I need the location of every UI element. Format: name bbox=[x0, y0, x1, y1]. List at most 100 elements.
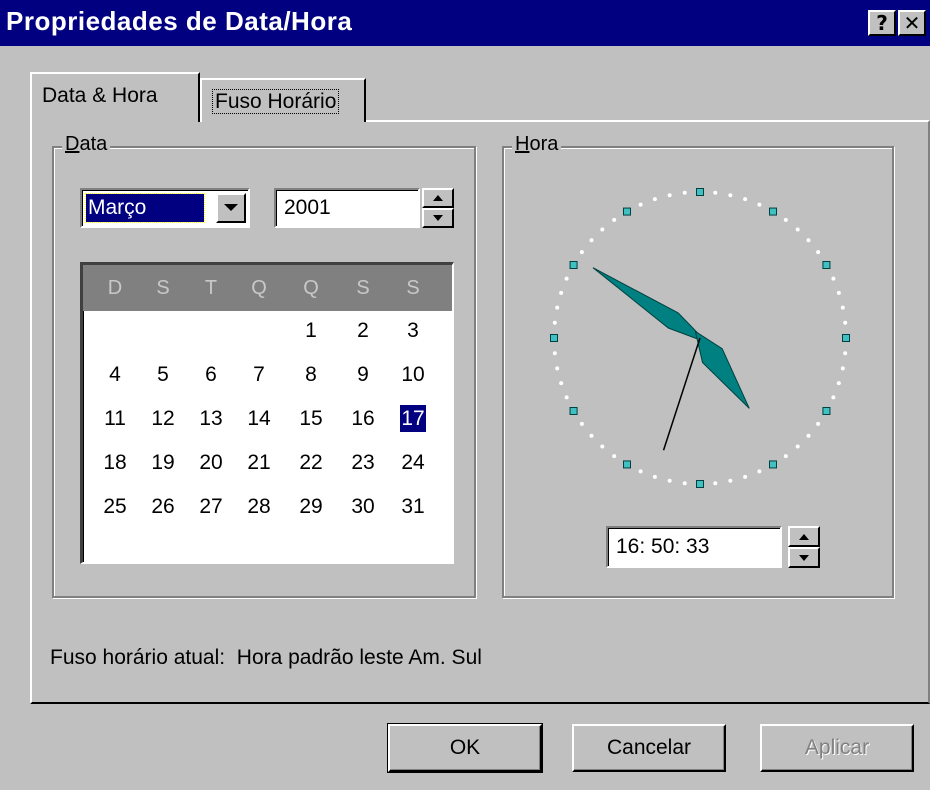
clock-minute-dot bbox=[816, 421, 821, 426]
date-group-label: Data bbox=[62, 133, 111, 156]
calendar-day[interactable]: 19 bbox=[139, 447, 187, 479]
arrow-up-icon bbox=[433, 195, 443, 201]
tab-data-hora-label: Data & Hora bbox=[42, 84, 158, 107]
time-down-button[interactable] bbox=[788, 547, 820, 568]
weekday-header: Q bbox=[251, 277, 267, 299]
ok-button[interactable]: OK bbox=[387, 723, 543, 773]
time-up-button[interactable] bbox=[788, 526, 820, 547]
clock-minute-dot bbox=[612, 454, 617, 459]
calendar-day[interactable]: 22 bbox=[287, 447, 335, 479]
clock-minute-dot bbox=[555, 366, 560, 371]
clock-hour-marker bbox=[569, 407, 578, 415]
apply-label: Aplicar bbox=[804, 736, 870, 759]
clock-minute-dot bbox=[728, 193, 733, 198]
clock-minute-dot bbox=[840, 305, 845, 310]
weekday-header: D bbox=[107, 277, 123, 299]
weekday-header: Q bbox=[303, 277, 319, 299]
hour-hand bbox=[694, 330, 750, 409]
calendar-day[interactable]: 24 bbox=[389, 447, 437, 479]
close-button[interactable]: ✕ bbox=[898, 10, 926, 36]
clock-hour-marker bbox=[550, 334, 558, 342]
calendar-day[interactable]: 25 bbox=[91, 491, 139, 523]
calendar-day[interactable]: 1 bbox=[287, 315, 335, 347]
clock-minute-dot bbox=[831, 395, 836, 400]
cancel-button[interactable]: Cancelar bbox=[572, 724, 726, 772]
calendar-day[interactable]: 12 bbox=[139, 403, 187, 435]
time-value: 16: 50: 33 bbox=[616, 535, 710, 558]
calendar-day[interactable]: 7 bbox=[235, 359, 283, 391]
calendar-day[interactable]: 14 bbox=[235, 403, 283, 435]
second-hand bbox=[662, 337, 701, 451]
calendar-day[interactable]: 18 bbox=[91, 447, 139, 479]
calendar-day[interactable]: 31 bbox=[389, 491, 437, 523]
timezone-label: Fuso horário atual: bbox=[50, 646, 226, 669]
calendar-day[interactable]: 6 bbox=[187, 359, 235, 391]
calendar-day[interactable]: 8 bbox=[287, 359, 335, 391]
clock-minute-dot bbox=[728, 478, 733, 483]
calendar-day[interactable]: 3 bbox=[389, 315, 437, 347]
clock-minute-dot bbox=[795, 227, 800, 232]
clock-minute-dot bbox=[600, 444, 605, 449]
clock-minute-dot bbox=[612, 217, 617, 222]
calendar-day[interactable]: 13 bbox=[187, 403, 235, 435]
calendar-day[interactable]: 23 bbox=[339, 447, 387, 479]
clock-hour-marker bbox=[842, 334, 850, 342]
clock-minute-dot bbox=[579, 421, 584, 426]
calendar-day[interactable]: 4 bbox=[91, 359, 139, 391]
tab-data-hora[interactable]: Data & Hora bbox=[30, 72, 200, 122]
year-down-button[interactable] bbox=[422, 208, 454, 228]
month-dropdown[interactable]: Março bbox=[80, 188, 250, 228]
clock-minute-dot bbox=[795, 444, 800, 449]
clock-hour-marker bbox=[822, 407, 831, 415]
clock-minute-dot bbox=[713, 481, 718, 486]
month-dropdown-button[interactable] bbox=[216, 193, 246, 223]
clock-minute-dot bbox=[836, 381, 841, 386]
clock-hour-marker bbox=[623, 207, 631, 216]
help-icon: ? bbox=[876, 11, 888, 35]
clock-hour-marker bbox=[822, 261, 831, 269]
close-icon: ✕ bbox=[903, 11, 921, 35]
calendar-day[interactable]: 17 bbox=[389, 403, 437, 435]
calendar-day[interactable]: 30 bbox=[339, 491, 387, 523]
time-field[interactable]: 16: 50: 33 bbox=[606, 526, 782, 568]
clock-minute-dot bbox=[840, 366, 845, 371]
clock-minute-dot bbox=[564, 395, 569, 400]
clock-minute-dot bbox=[743, 474, 748, 479]
calendar-day[interactable]: 16 bbox=[339, 403, 387, 435]
weekday-header: T bbox=[204, 277, 218, 299]
calendar-day[interactable]: 15 bbox=[287, 403, 335, 435]
clock-minute-dot bbox=[589, 238, 594, 243]
analog-clock bbox=[550, 188, 850, 488]
calendar[interactable]: D S T Q Q S S 1 2 3 4 5 6 7 8 9 10 11 12 13 14 15 16 17 1… bbox=[80, 262, 454, 564]
tab-fuso-horario[interactable]: Fuso Horário bbox=[200, 78, 366, 122]
calendar-day[interactable]: 11 bbox=[91, 403, 139, 435]
clock-minute-dot bbox=[757, 202, 762, 207]
help-button[interactable]: ? bbox=[868, 10, 896, 36]
clock-minute-dot bbox=[843, 320, 848, 325]
year-up-button[interactable] bbox=[422, 188, 454, 208]
title-bar[interactable]: Propriedades de Data/Hora ? ✕ bbox=[0, 0, 930, 46]
calendar-day[interactable]: 5 bbox=[139, 359, 187, 391]
calendar-grid: 1 2 3 4 5 6 7 8 9 10 11 12 13 14 15 16 17 18 19 20 21 22 23 24 2… bbox=[83, 315, 452, 545]
calendar-day[interactable]: 29 bbox=[287, 491, 335, 523]
calendar-day[interactable]: 10 bbox=[389, 359, 437, 391]
clock-minute-dot bbox=[831, 276, 836, 281]
calendar-day[interactable]: 2 bbox=[339, 315, 387, 347]
clock-minute-dot bbox=[783, 217, 788, 222]
clock-minute-dot bbox=[589, 433, 594, 438]
clock-minute-dot bbox=[682, 190, 687, 195]
clock-minute-dot bbox=[552, 351, 557, 356]
chevron-down-icon bbox=[224, 204, 238, 211]
clock-minute-dot bbox=[652, 197, 657, 202]
calendar-day[interactable]: 20 bbox=[187, 447, 235, 479]
calendar-day[interactable]: 21 bbox=[235, 447, 283, 479]
apply-button[interactable]: Aplicar bbox=[760, 724, 914, 772]
clock-minute-dot bbox=[806, 238, 811, 243]
selected-day: 17 bbox=[400, 405, 426, 432]
calendar-day[interactable]: 26 bbox=[139, 491, 187, 523]
timezone-line: Fuso horário atual: Hora padrão leste Am… bbox=[50, 646, 482, 670]
year-field[interactable]: 2001 bbox=[274, 188, 420, 228]
calendar-day[interactable]: 28 bbox=[235, 491, 283, 523]
calendar-day[interactable]: 27 bbox=[187, 491, 235, 523]
calendar-day[interactable]: 9 bbox=[339, 359, 387, 391]
